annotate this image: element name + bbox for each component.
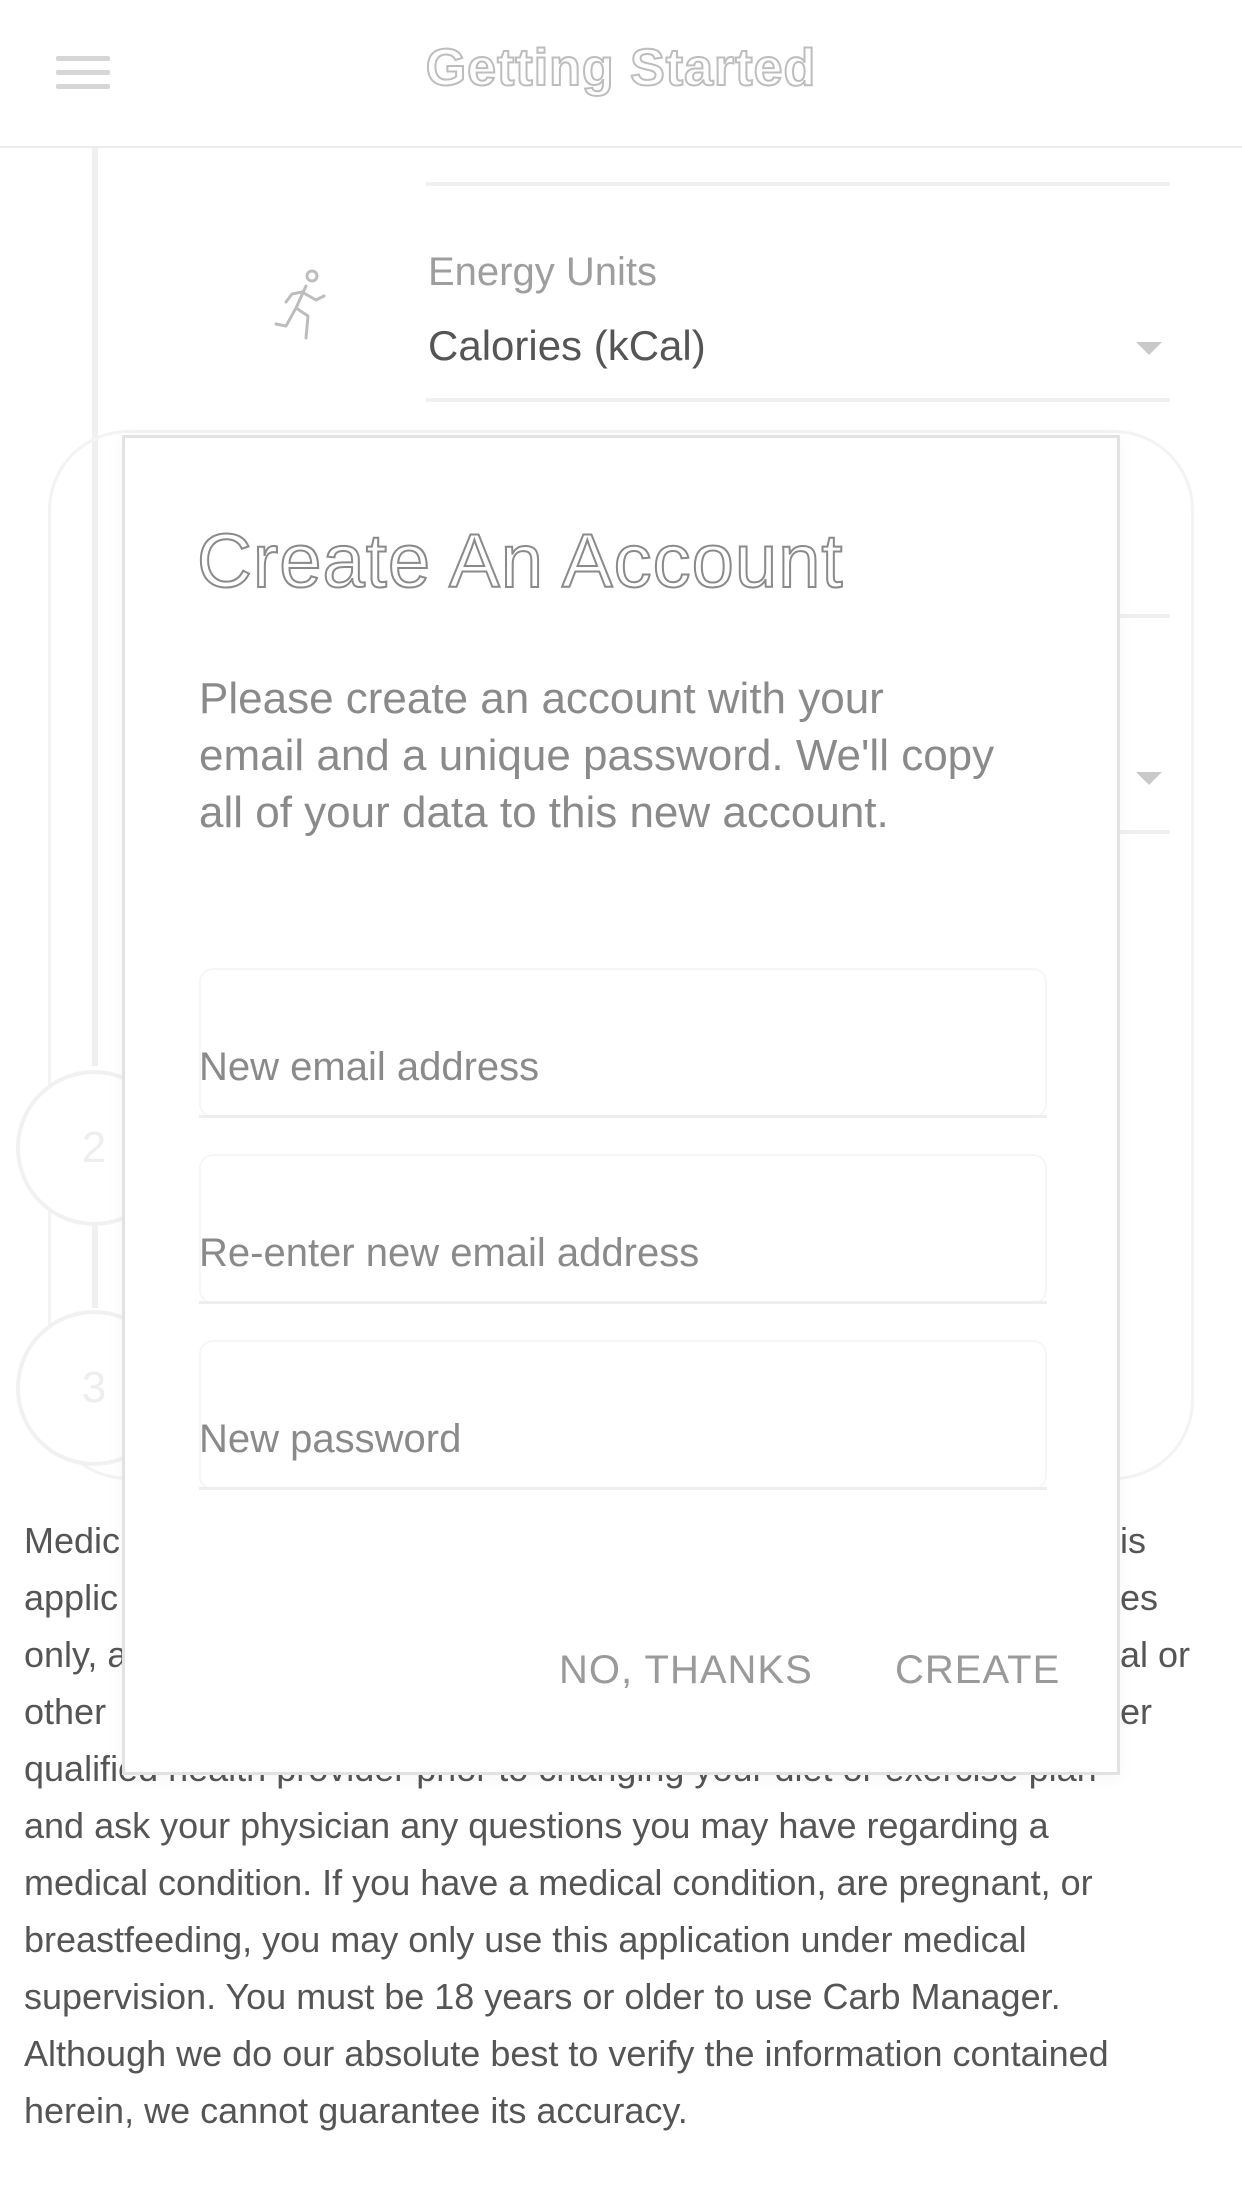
dialog-title: Create An Account: [196, 518, 844, 605]
field-underline: [426, 182, 1170, 186]
create-button[interactable]: CREATE: [895, 1648, 1060, 1693]
running-person-icon: [274, 269, 326, 340]
new-password-input[interactable]: [199, 1404, 1039, 1474]
energy-units-value[interactable]: Calories (kCal): [428, 322, 706, 370]
chevron-down-icon[interactable]: [1136, 342, 1162, 355]
disclaimer-text: Medic: [24, 1520, 121, 1561]
new-email-field: [199, 968, 1047, 1118]
chevron-down-icon[interactable]: [1136, 772, 1162, 785]
energy-units-label: Energy Units: [428, 250, 657, 294]
reenter-email-field: [199, 1154, 1047, 1304]
new-password-field: [199, 1340, 1047, 1490]
disclaimer-text: supervision. You must be 18 years or old…: [24, 1976, 1061, 2017]
field-underline: [1118, 830, 1170, 834]
create-account-dialog: Create An Account Please create an accou…: [122, 435, 1120, 1775]
disclaimer-text: is: [1120, 1520, 1146, 1561]
disclaimer-text: al or: [1120, 1634, 1191, 1675]
page-title: Getting Started: [425, 38, 817, 98]
disclaimer-text: herein, we cannot guarantee its accuracy…: [24, 2090, 688, 2131]
no-thanks-button[interactable]: NO, THANKS: [559, 1648, 813, 1693]
disclaimer-text: Although we do our absolute best to veri…: [24, 2033, 1109, 2074]
disclaimer-text: er: [1120, 1691, 1153, 1732]
dialog-body-text: Please create an account with your email…: [199, 674, 995, 837]
app-bar: Getting Started: [0, 0, 1242, 148]
disclaimer-text: other: [24, 1691, 107, 1732]
disclaimer-text: and ask your physician any questions you…: [24, 1805, 1049, 1846]
field-underline: [1118, 614, 1170, 618]
disclaimer-text: breastfeeding, you may only use this app…: [24, 1919, 1027, 1960]
disclaimer-text: medical condition. If you have a medical…: [24, 1862, 1093, 1903]
disclaimer-text: es: [1120, 1577, 1159, 1618]
disclaimer-text: applic: [24, 1577, 119, 1618]
reenter-email-input[interactable]: [199, 1218, 1039, 1288]
field-underline: [426, 398, 1170, 402]
disclaimer-text: only, a: [24, 1634, 128, 1675]
new-email-input[interactable]: [199, 1032, 1039, 1102]
